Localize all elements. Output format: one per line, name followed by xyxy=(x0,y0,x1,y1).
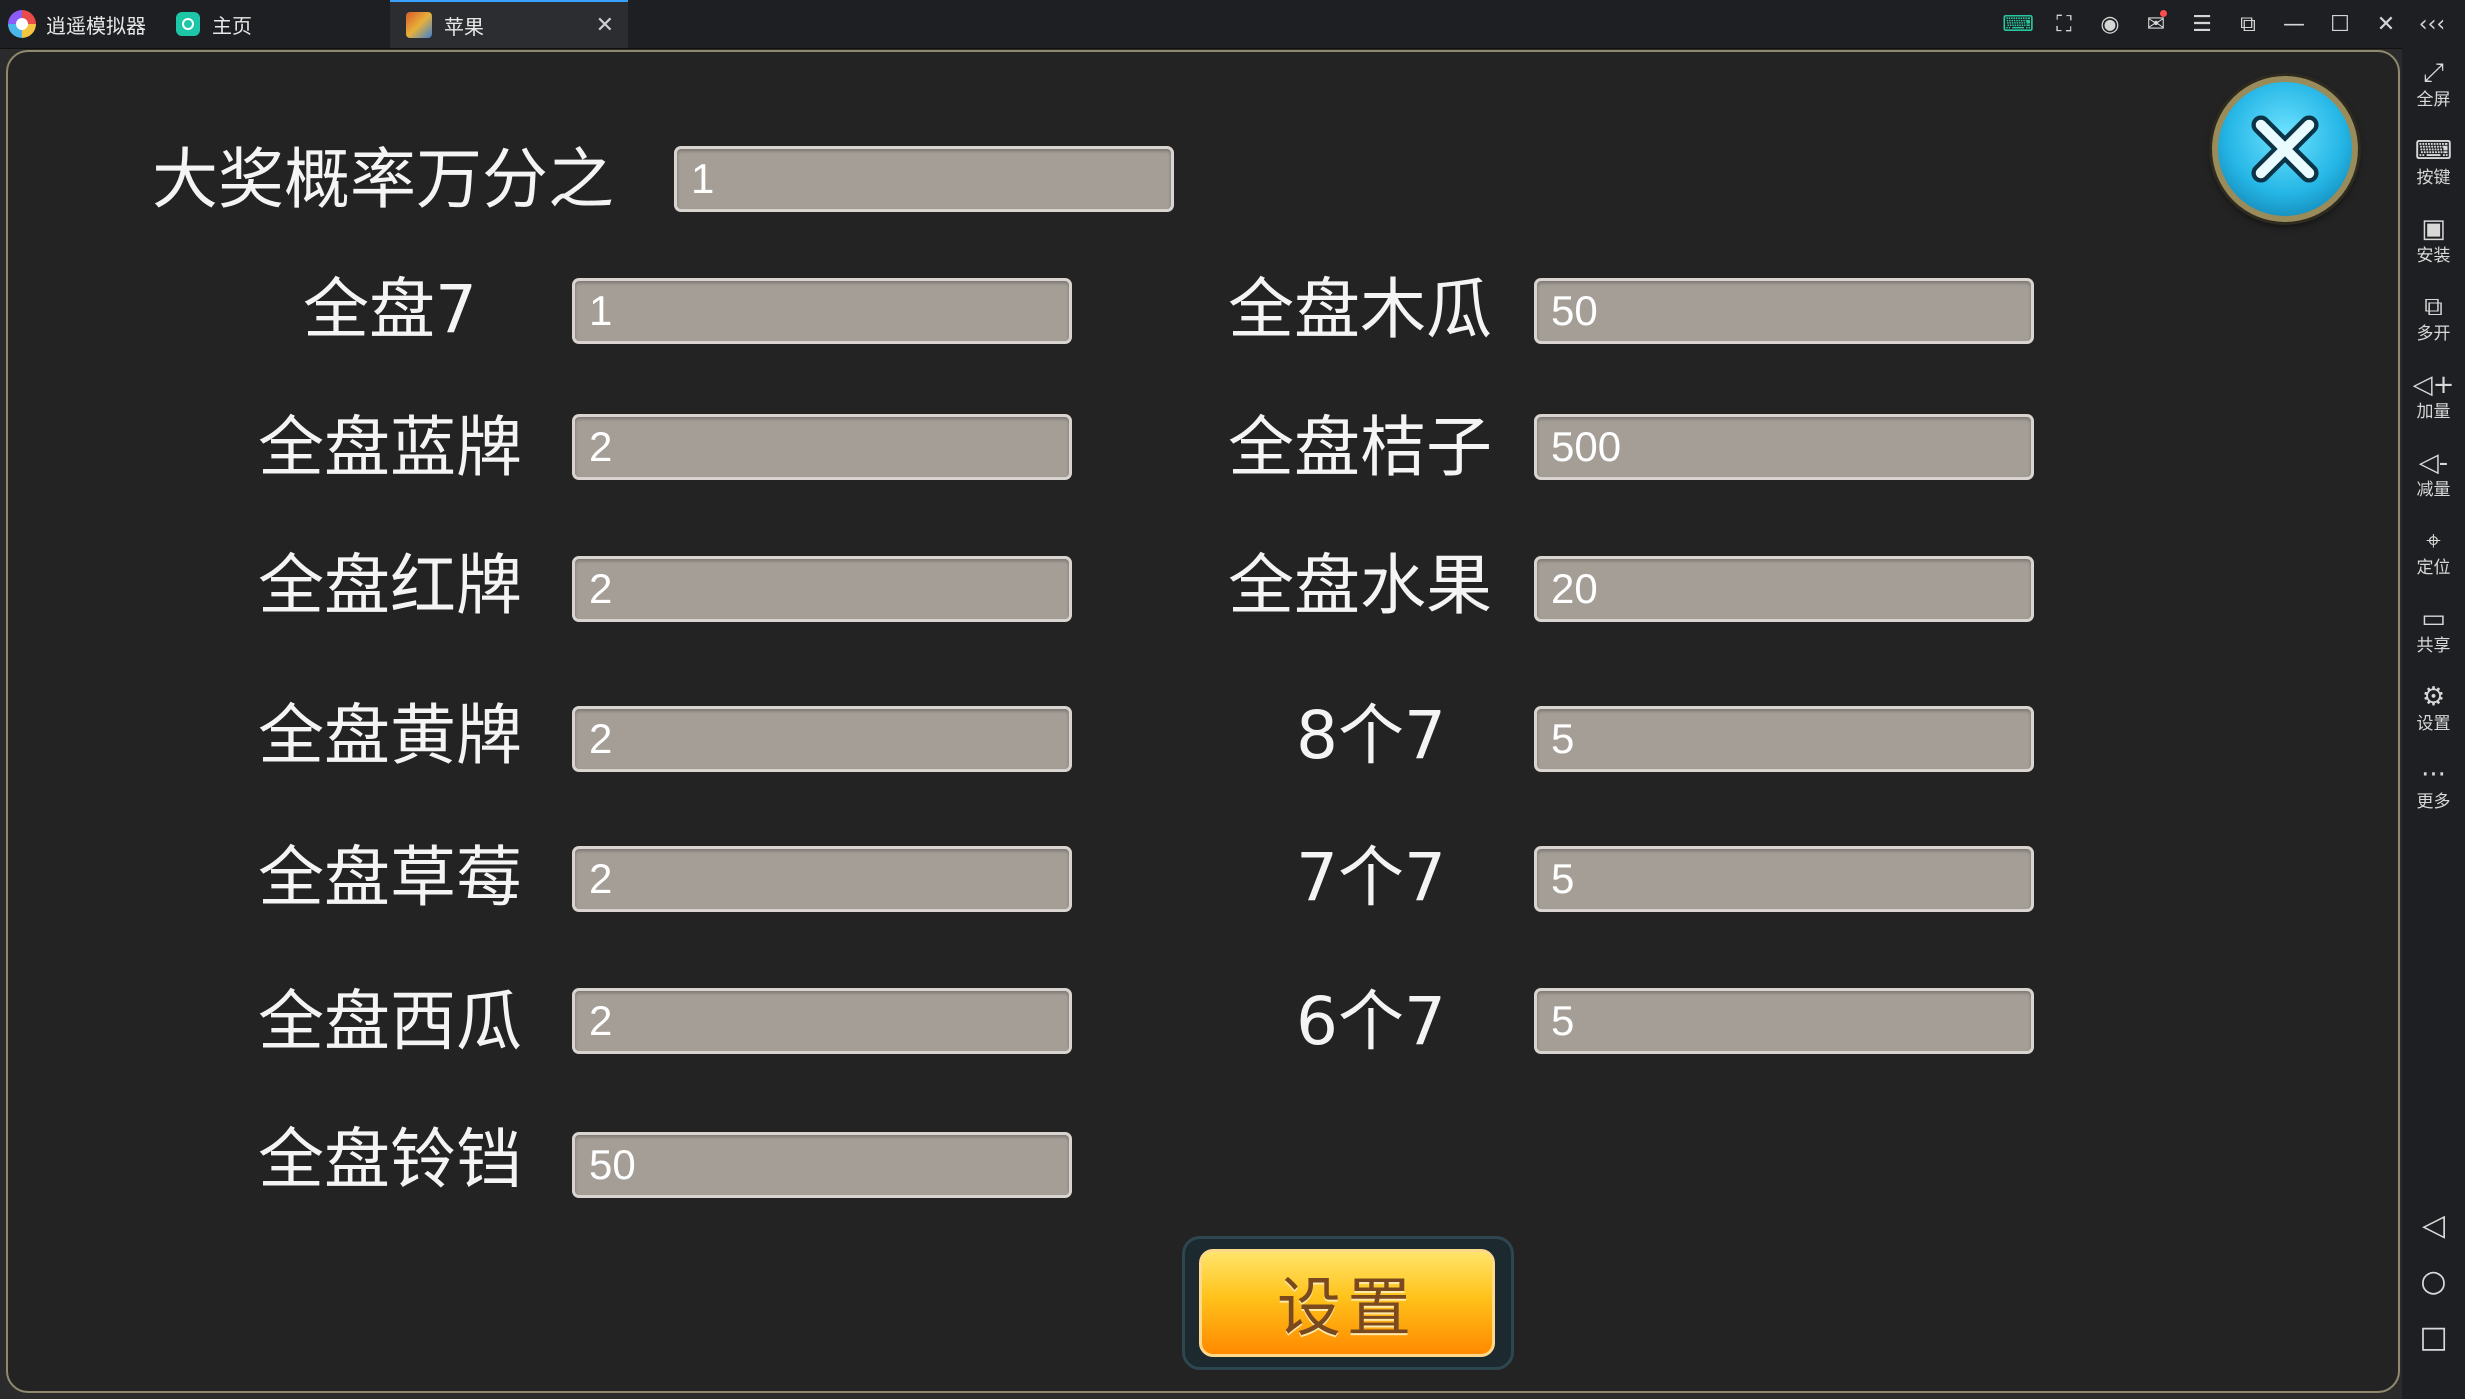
full-papaya-input[interactable]: 50 xyxy=(1534,278,2034,344)
apple-app-icon xyxy=(406,12,432,38)
seven-7-input[interactable]: 5 xyxy=(1534,846,2034,912)
full-orange-label: 全盘桔子 xyxy=(1228,409,1492,486)
sidebar-item-location[interactable]: ⌖ 定位 xyxy=(2402,526,2465,580)
full-7-input[interactable]: 1 xyxy=(572,278,1072,344)
app-brand: 逍遥模拟器 xyxy=(8,0,146,48)
sync-icon[interactable]: ⧉ xyxy=(2225,0,2271,48)
location-pin-icon: ⌖ xyxy=(2426,526,2441,556)
full-papaya-label: 全盘木瓜 xyxy=(1228,271,1492,348)
sidebar-item-label: 安装 xyxy=(2416,246,2451,266)
full-fruit-input[interactable]: 20 xyxy=(1534,556,2034,622)
mail-button[interactable]: ✉ xyxy=(2133,0,2179,48)
close-tab-icon[interactable]: ✕ xyxy=(596,12,614,40)
volume-down-icon: ◁- xyxy=(2418,448,2449,478)
full-bell-label: 全盘铃铛 xyxy=(258,1121,522,1198)
tab-apple[interactable]: 苹果 ✕ xyxy=(390,0,628,48)
notification-dot xyxy=(2160,10,2167,17)
sidebar-item-more[interactable]: ··· 更多 xyxy=(2402,760,2465,814)
full-yellow-label: 全盘黄牌 xyxy=(258,697,522,774)
sidebar-item-install[interactable]: ▣ 安装 xyxy=(2402,214,2465,268)
sidebar-item-fullscreen[interactable]: ⤢ 全屏 xyxy=(2402,58,2465,112)
close-icon xyxy=(2251,115,2319,183)
multi-instance-icon: ⧉ xyxy=(2424,292,2443,322)
full-fruit-label: 全盘水果 xyxy=(1228,547,1492,624)
app-name: 逍遥模拟器 xyxy=(46,13,146,38)
sidebar-item-keymap[interactable]: ⌨ 按键 xyxy=(2402,136,2465,190)
collapse-sidebar-icon[interactable]: ‹‹‹ xyxy=(2409,0,2455,48)
full-bell-input[interactable]: 50 xyxy=(572,1132,1072,1198)
full-watermelon-label: 全盘西瓜 xyxy=(258,983,522,1060)
title-bar: 逍遥模拟器 主页 苹果 ✕ ⌨ ⛶ ◉ ✉ ☰ ⧉ — ☐ ✕ ‹‹‹ xyxy=(0,0,2465,49)
full-orange-input[interactable]: 500 xyxy=(1534,414,2034,480)
full-strawberry-input[interactable]: 2 xyxy=(572,846,1072,912)
folder-icon: ▭ xyxy=(2421,604,2446,634)
sidebar-item-label: 设置 xyxy=(2416,714,2451,734)
apk-icon: ▣ xyxy=(2421,214,2446,244)
window-controls: ⌨ ⛶ ◉ ✉ ☰ ⧉ — ☐ ✕ ‹‹‹ xyxy=(1995,0,2455,48)
sidebar-item-share[interactable]: ▭ 共享 xyxy=(2402,604,2465,658)
full-yellow-input[interactable]: 2 xyxy=(572,706,1072,772)
more-icon: ··· xyxy=(2421,760,2446,790)
sidebar-item-volume-up[interactable]: ◁+ 加量 xyxy=(2402,370,2465,424)
emulator-sidebar: ⤢ 全屏 ⌨ 按键 ▣ 安装 ⧉ 多开 ◁+ 加量 ◁- 减量 ⌖ 定位 ▭ 共… xyxy=(2402,48,2465,1399)
home-tab-icon xyxy=(176,12,200,36)
keyboard-icon: ⌨ xyxy=(2414,136,2453,166)
full-7-label: 全盘7 xyxy=(303,271,477,348)
sidebar-item-label: 共享 xyxy=(2416,636,2451,656)
six-7-input[interactable]: 5 xyxy=(1534,988,2034,1054)
close-window-icon[interactable]: ✕ xyxy=(2363,0,2409,48)
full-blue-input[interactable]: 2 xyxy=(572,414,1072,480)
six-7-label: 6个7 xyxy=(1296,983,1446,1060)
gear-icon: ⚙ xyxy=(2421,682,2446,712)
recent-apps-icon[interactable]: □ xyxy=(2402,1320,2465,1355)
sidebar-item-label: 更多 xyxy=(2416,792,2451,812)
full-red-label: 全盘红牌 xyxy=(258,547,522,624)
maximize-icon[interactable]: ☐ xyxy=(2317,0,2363,48)
settings-dialog: 大奖概率万分之 1 全盘7 1 全盘蓝牌 2 全盘红牌 2 全盘黄牌 2 全盘草… xyxy=(6,50,2400,1393)
set-button[interactable]: 设置 xyxy=(1199,1249,1495,1357)
sidebar-item-label: 减量 xyxy=(2416,480,2451,500)
minimize-icon[interactable]: — xyxy=(2271,0,2317,48)
screenshot-icon[interactable]: ⛶ xyxy=(2041,0,2087,48)
full-watermelon-input[interactable]: 2 xyxy=(572,988,1072,1054)
submit-button-frame: 设置 xyxy=(1182,1236,1514,1370)
sidebar-item-label: 定位 xyxy=(2416,558,2451,578)
eight-7-input[interactable]: 5 xyxy=(1534,706,2034,772)
eight-7-label: 8个7 xyxy=(1296,697,1446,774)
home-icon[interactable]: ○ xyxy=(2402,1264,2465,1299)
full-strawberry-label: 全盘草莓 xyxy=(258,839,522,916)
full-red-input[interactable]: 2 xyxy=(572,556,1072,622)
full-blue-label: 全盘蓝牌 xyxy=(258,409,522,486)
jackpot-label: 大奖概率万分之 xyxy=(152,141,614,218)
sidebar-item-label: 按键 xyxy=(2416,168,2451,188)
fullscreen-icon: ⤢ xyxy=(2423,58,2444,88)
sidebar-item-volume-down[interactable]: ◁- 减量 xyxy=(2402,448,2465,502)
account-icon[interactable]: ◉ xyxy=(2087,0,2133,48)
menu-icon[interactable]: ☰ xyxy=(2179,0,2225,48)
sidebar-item-settings[interactable]: ⚙ 设置 xyxy=(2402,682,2465,736)
sidebar-item-label: 多开 xyxy=(2416,324,2451,344)
tab-apple-label: 苹果 xyxy=(444,14,484,39)
seven-7-label: 7个7 xyxy=(1296,839,1446,916)
close-dialog-button[interactable] xyxy=(2212,76,2358,222)
keyboard-icon[interactable]: ⌨ xyxy=(1995,0,2041,48)
sidebar-item-label: 全屏 xyxy=(2416,90,2451,110)
tab-home-label: 主页 xyxy=(212,13,252,38)
volume-up-icon: ◁+ xyxy=(2412,370,2455,400)
sidebar-item-multi[interactable]: ⧉ 多开 xyxy=(2402,292,2465,346)
jackpot-input[interactable]: 1 xyxy=(674,146,1174,212)
tab-home[interactable]: 主页 xyxy=(160,0,390,48)
back-icon[interactable]: ◁ xyxy=(2402,1208,2465,1243)
app-logo-icon xyxy=(8,10,36,38)
sidebar-item-label: 加量 xyxy=(2416,402,2451,422)
